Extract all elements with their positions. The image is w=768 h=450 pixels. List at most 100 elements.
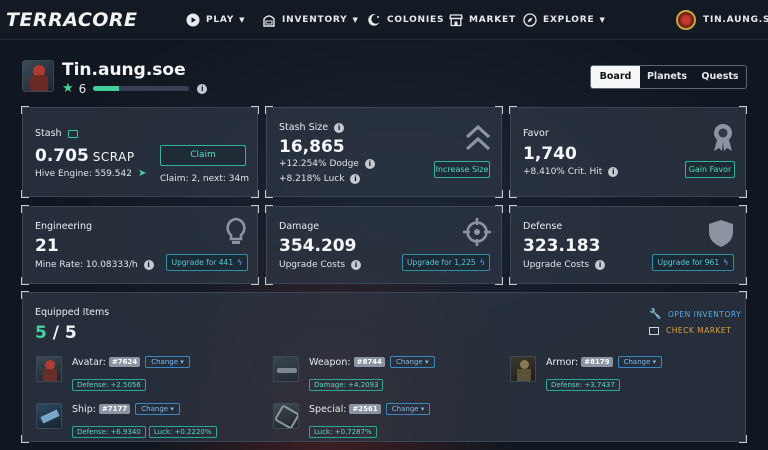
special-thumbnail[interactable] (273, 403, 299, 429)
defense-label: Defense (523, 221, 563, 232)
market-sign-icon (649, 326, 659, 335)
defense-value: 323.183 (523, 236, 601, 256)
dodge-bonus: +12.254% Dodge i (279, 159, 375, 169)
item-slot-label: Weapon: (309, 357, 351, 368)
equipped-item-weapon: Weapon: #8744 Change ▾ Damage: +4.2093 (273, 356, 435, 391)
info-icon[interactable]: i (595, 260, 606, 270)
change-weapon-button[interactable]: Change ▾ (389, 356, 435, 368)
item-stat: Luck: +0.2220% (148, 426, 217, 438)
inventory-icon (262, 13, 276, 27)
claim-button[interactable]: Claim (160, 145, 246, 166)
favor-label: Favor (523, 128, 549, 139)
nav-play-label: PLAY (206, 15, 235, 25)
item-slot-label: Special: (309, 404, 347, 415)
weapon-thumbnail[interactable] (273, 356, 299, 382)
item-id-badge: #8179 (581, 357, 613, 367)
nav-play[interactable]: PLAY ▼ (186, 12, 245, 28)
equipped-item-special: Special: #2561 Change ▾ Luck: +0.7287% (273, 403, 431, 438)
explore-icon (523, 13, 537, 27)
info-icon[interactable]: i (143, 260, 154, 270)
increase-size-button[interactable]: Increase Size (434, 161, 490, 178)
item-slot-label: Ship: (72, 404, 96, 415)
terracore-logo[interactable]: TERRACORE (6, 9, 138, 31)
equipped-item-ship: Ship: #7177 Change ▾ Defense: +6.9340 Luck:… (36, 403, 220, 438)
chevron-down-icon: ▼ (599, 16, 606, 24)
change-ship-button[interactable]: Change ▾ (135, 403, 180, 415)
gain-favor-button[interactable]: Gain Favor (685, 161, 735, 178)
item-stat: Defense: +3.7437 (546, 379, 620, 391)
defense-upgrade-costs: Upgrade Costs i (523, 260, 606, 270)
tab-planets[interactable]: Planets (640, 66, 694, 88)
luck-bonus: +8.218% Luck i (279, 174, 361, 184)
lightbulb-icon (224, 217, 248, 251)
xp-progress-fill (93, 86, 120, 91)
xp-progress-bar (93, 86, 190, 91)
stash-card: Stash 0.705 SCRAP Hive Engine: 559.542 ➤ … (21, 106, 259, 198)
damage-label: Damage (279, 221, 320, 232)
upgrade-damage-button[interactable]: Upgrade for 1,225 ϟ (402, 254, 490, 271)
hive-engine-balance: Hive Engine: 559.542 ➤ (35, 168, 147, 179)
profile-avatar (22, 60, 54, 92)
engineering-label: Engineering (35, 221, 92, 232)
top-nav: TERRACORE PLAY ▼ INVENTORY ▼ COLONIES MA… (0, 0, 768, 40)
nav-market[interactable]: MARKET (449, 12, 516, 28)
stash-value: 0.705 SCRAP (35, 146, 135, 166)
stash-size-label: Stash Size i (279, 122, 345, 133)
equipped-items-card: Equipped Items 5 / 5 🔧 OPEN INVENTORY CH… (21, 291, 747, 443)
nav-colonies[interactable]: COLONIES (367, 12, 444, 28)
engineering-card: Engineering 21 Mine Rate: 10.08333/h i U… (21, 205, 259, 285)
equipped-items-title: Equipped Items (35, 307, 110, 318)
item-stat: Luck: +0.7287% (309, 426, 377, 438)
chevrons-up-icon (464, 124, 492, 156)
armor-thumbnail[interactable] (510, 356, 536, 382)
change-avatar-button[interactable]: Change ▾ (145, 356, 190, 368)
crit-hit-bonus: +8.410% Crit. Hit i (523, 167, 619, 177)
item-stat: Defense: +6.9340 (72, 426, 146, 438)
info-icon[interactable]: i (364, 159, 375, 169)
nav-inventory-label: INVENTORY (282, 15, 348, 25)
item-id-badge: #7624 (108, 357, 141, 367)
open-inventory-link[interactable]: 🔧 OPEN INVENTORY (649, 309, 741, 320)
medal-icon (709, 122, 737, 156)
defense-card: Defense 323.183 Upgrade Costs i Upgrade … (509, 205, 747, 285)
upgrade-defense-button[interactable]: Upgrade for 961 ϟ (652, 254, 734, 271)
nav-explore[interactable]: EXPLORE ▼ (523, 12, 606, 28)
tab-board[interactable]: Board (591, 66, 640, 88)
star-icon: ★ (62, 81, 74, 96)
shield-icon (707, 218, 735, 252)
profile-name: Tin.aung.soe (62, 60, 186, 80)
level-value: 6 (78, 81, 87, 96)
info-icon[interactable]: i (351, 260, 362, 270)
info-icon[interactable]: i (334, 122, 345, 133)
stash-size-value: 16,865 (279, 137, 345, 157)
favor-card: Favor 1,740 +8.410% Crit. Hit i Gain Fav… (509, 106, 747, 198)
claim-info: Claim: 2, next: 34m (160, 174, 249, 184)
item-id-badge: #7177 (98, 404, 131, 414)
info-icon[interactable]: i (350, 174, 361, 184)
change-special-button[interactable]: Change ▾ (385, 403, 431, 415)
nav-inventory[interactable]: INVENTORY ▼ (262, 12, 359, 28)
profile-level: ★ 6 i (62, 81, 208, 96)
wrench-icon: 🔧 (649, 309, 662, 320)
check-market-link[interactable]: CHECK MARKET (649, 326, 731, 335)
tab-quests[interactable]: Quests (694, 66, 746, 88)
item-stat: Damage: +4.2093 (309, 379, 384, 391)
stash-label: Stash (35, 128, 78, 139)
colonies-icon (367, 13, 381, 27)
avatar-thumbnail[interactable] (36, 356, 62, 382)
info-icon[interactable]: i (608, 167, 619, 177)
stash-size-card: Stash Size i 16,865 +12.254% Dodge i +8.… (265, 106, 503, 198)
mine-rate: Mine Rate: 10.08333/h i (35, 260, 154, 270)
nav-user-menu[interactable]: TIN.AUNG.SOE ▼ (676, 10, 768, 30)
change-armor-button[interactable]: Change ▾ (617, 356, 663, 368)
play-icon (186, 13, 200, 27)
crosshair-icon (463, 218, 491, 250)
send-icon[interactable]: ➤ (138, 168, 146, 179)
upgrade-engineering-button[interactable]: Upgrade for 441 ϟ (166, 254, 248, 271)
item-stat: Defense: +2.5056 (72, 379, 146, 391)
nav-explore-label: EXPLORE (543, 15, 595, 25)
ship-thumbnail[interactable] (36, 403, 62, 429)
profile-header: Tin.aung.soe ★ 6 i (22, 60, 208, 96)
damage-card: Damage 354.209 Upgrade Costs i Upgrade f… (265, 205, 503, 285)
info-icon[interactable]: i (197, 83, 208, 94)
